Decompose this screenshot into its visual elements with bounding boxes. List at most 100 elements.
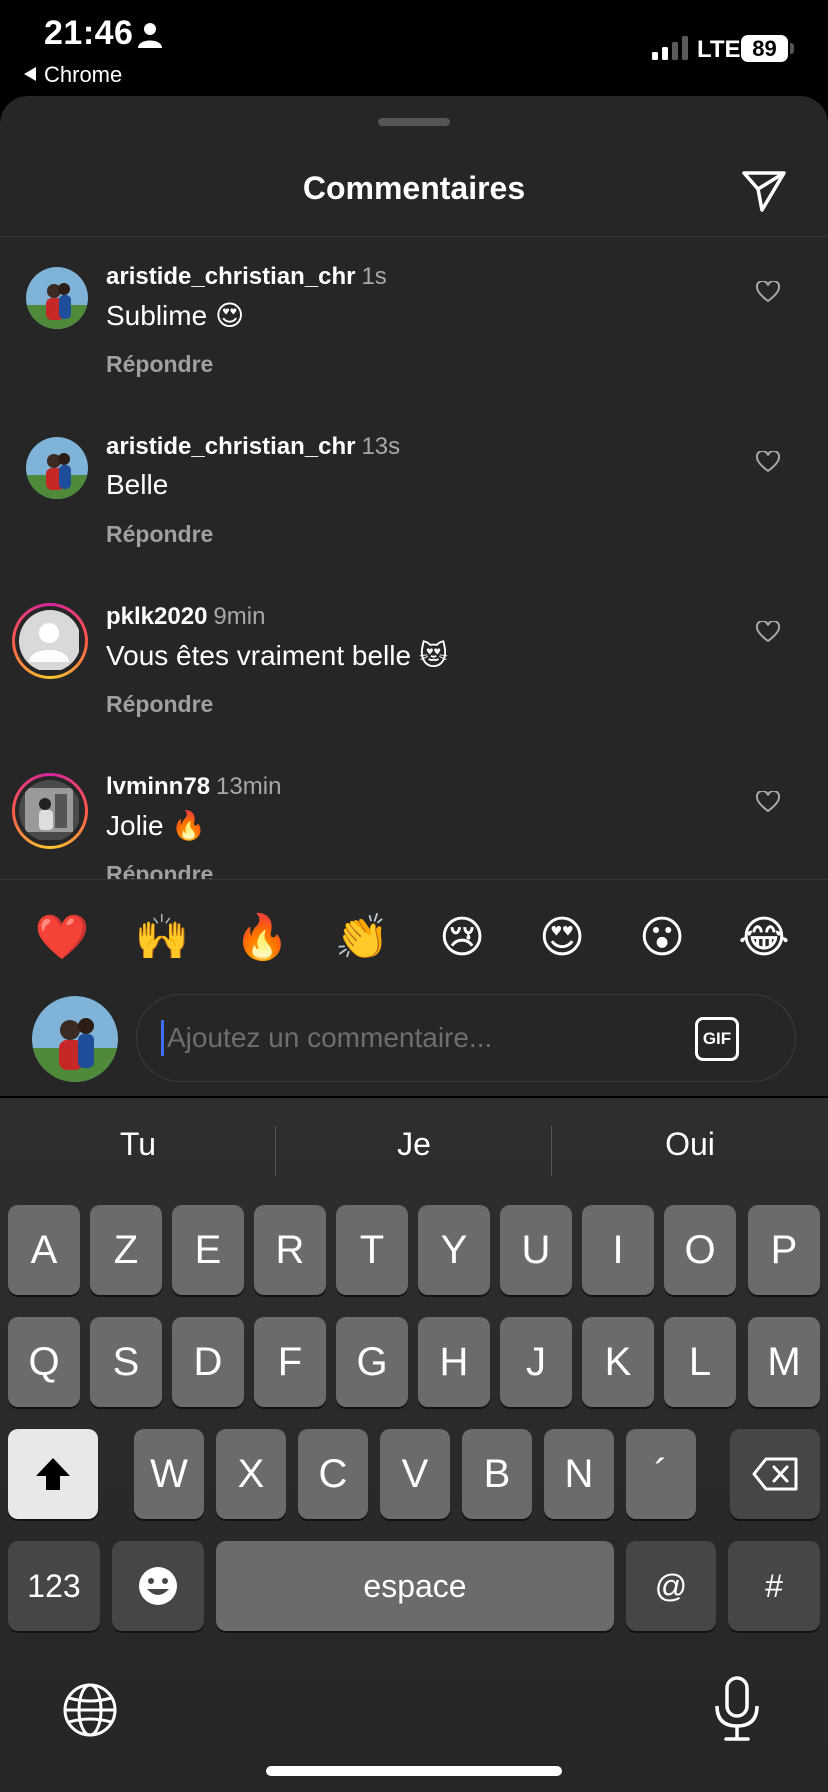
text-caret: [161, 1020, 164, 1056]
comment-time: 13s: [361, 433, 401, 460]
key-k[interactable]: K: [582, 1317, 654, 1407]
delete-key[interactable]: [730, 1429, 820, 1519]
key-b[interactable]: B: [462, 1429, 532, 1519]
globe-icon[interactable]: [62, 1682, 118, 1738]
reaction-laughing[interactable]: 😂: [734, 908, 794, 968]
numbers-key[interactable]: 123: [8, 1541, 100, 1631]
back-to-app-link[interactable]: Chrome: [24, 62, 122, 88]
home-indicator[interactable]: [266, 1766, 562, 1776]
key-i[interactable]: I: [582, 1205, 654, 1295]
comments-sheet: Commentaires aristide_christian_chr 1s Su…: [0, 96, 828, 1096]
space-key[interactable]: espace: [216, 1541, 614, 1631]
comment-username[interactable]: pklk2020 9min: [106, 603, 265, 631]
reply-button[interactable]: Répondre: [106, 691, 213, 718]
reaction-surprised[interactable]: 😮: [632, 908, 692, 968]
person-icon: [138, 23, 162, 48]
reply-button[interactable]: Répondre: [106, 521, 213, 548]
reaction-fire[interactable]: 🔥: [232, 908, 292, 968]
heart-outline-icon[interactable]: [756, 791, 780, 813]
emoji-key[interactable]: [112, 1541, 204, 1631]
key-j[interactable]: J: [500, 1317, 572, 1407]
comment-username[interactable]: lvminn78 13min: [106, 773, 281, 801]
comment-item: aristide_christian_chr 1s Sublime 😍 Répon…: [0, 237, 828, 407]
key-n[interactable]: N: [544, 1429, 614, 1519]
key-f[interactable]: F: [254, 1317, 326, 1407]
key-z[interactable]: Z: [90, 1205, 162, 1295]
avatar[interactable]: [26, 267, 88, 329]
comment-text: Sublime 😍: [106, 300, 245, 331]
at-key[interactable]: @: [626, 1541, 716, 1631]
quick-reactions: ❤️ 🙌 🔥 👏 😢 😍 😮 😂: [0, 908, 828, 968]
comment-username[interactable]: aristide_christian_chr 13s: [106, 433, 400, 461]
key-s[interactable]: S: [90, 1317, 162, 1407]
comment-text: Belle: [106, 469, 169, 500]
comment-input[interactable]: Ajoutez un commentaire... GIF: [136, 994, 796, 1082]
key-accent[interactable]: ´: [626, 1429, 696, 1519]
predictive-bar: Tu Je Oui: [0, 1098, 828, 1198]
network-type: LTE: [697, 36, 741, 63]
paper-plane-icon[interactable]: [740, 168, 788, 214]
sheet-grabber[interactable]: [378, 118, 450, 126]
status-bar: 21:46 Chrome LTE 89: [0, 0, 828, 96]
comment-item: lvminn78 13min Jolie 🔥 Répondre: [0, 747, 828, 879]
comment-item: pklk2020 9min Vous êtes vraiment belle 😻 …: [0, 577, 828, 747]
clock: 21:46: [44, 14, 134, 52]
key-r[interactable]: R: [254, 1205, 326, 1295]
reply-button[interactable]: Répondre: [106, 351, 213, 378]
comment-input-placeholder: Ajoutez un commentaire...: [167, 1022, 493, 1053]
key-t[interactable]: T: [336, 1205, 408, 1295]
key-l[interactable]: L: [664, 1317, 736, 1407]
reaction-crying[interactable]: 😢: [432, 908, 492, 968]
key-w[interactable]: W: [134, 1429, 204, 1519]
key-o[interactable]: O: [664, 1205, 736, 1295]
comment-username[interactable]: aristide_christian_chr 1s: [106, 263, 387, 291]
reply-button[interactable]: Répondre: [106, 861, 213, 879]
avatar[interactable]: [26, 437, 88, 499]
key-e[interactable]: E: [172, 1205, 244, 1295]
suggestion[interactable]: Je: [276, 1126, 552, 1163]
key-g[interactable]: G: [336, 1317, 408, 1407]
heart-outline-icon[interactable]: [756, 451, 780, 473]
comments-list[interactable]: aristide_christian_chr 1s Sublime 😍 Répon…: [0, 237, 828, 879]
key-c[interactable]: C: [298, 1429, 368, 1519]
microphone-icon[interactable]: [712, 1676, 762, 1742]
comment-text: Jolie 🔥: [106, 810, 207, 841]
back-app-label: Chrome: [44, 62, 123, 87]
battery-indicator: 89: [741, 35, 788, 62]
comment-item: aristide_christian_chr 13s Belle Répondre: [0, 407, 828, 577]
heart-outline-icon[interactable]: [756, 281, 780, 303]
key-y[interactable]: Y: [418, 1205, 490, 1295]
backspace-icon: [752, 1457, 798, 1491]
key-q[interactable]: Q: [8, 1317, 80, 1407]
shift-icon: [36, 1458, 70, 1490]
key-m[interactable]: M: [748, 1317, 820, 1407]
key-p[interactable]: P: [748, 1205, 820, 1295]
battery-nub: [790, 43, 794, 54]
suggestion[interactable]: Oui: [552, 1126, 828, 1163]
back-arrow-icon: [24, 67, 36, 81]
suggestion[interactable]: Tu: [0, 1126, 276, 1163]
key-u[interactable]: U: [500, 1205, 572, 1295]
reaction-raising-hands[interactable]: 🙌: [132, 908, 192, 968]
key-h[interactable]: H: [418, 1317, 490, 1407]
reaction-heart-eyes[interactable]: 😍: [532, 908, 592, 968]
key-x[interactable]: X: [216, 1429, 286, 1519]
comment-time: 1s: [361, 263, 387, 290]
comment-text: Vous êtes vraiment belle 😻: [106, 640, 449, 671]
signal-icon: [652, 36, 688, 60]
comment-time: 13min: [216, 773, 282, 800]
hash-key[interactable]: #: [728, 1541, 820, 1631]
shift-key[interactable]: [8, 1429, 98, 1519]
key-a[interactable]: A: [8, 1205, 80, 1295]
gif-button[interactable]: GIF: [695, 1017, 739, 1061]
heart-outline-icon[interactable]: [756, 621, 780, 643]
story-avatar[interactable]: [12, 603, 88, 679]
key-v[interactable]: V: [380, 1429, 450, 1519]
composer-divider: [0, 879, 828, 880]
reaction-clap[interactable]: 👏: [332, 908, 392, 968]
key-d[interactable]: D: [172, 1317, 244, 1407]
emoji-icon: [139, 1567, 177, 1605]
reaction-heart[interactable]: ❤️: [32, 908, 92, 968]
story-avatar[interactable]: [12, 773, 88, 849]
sheet-title: Commentaires: [302, 170, 526, 206]
